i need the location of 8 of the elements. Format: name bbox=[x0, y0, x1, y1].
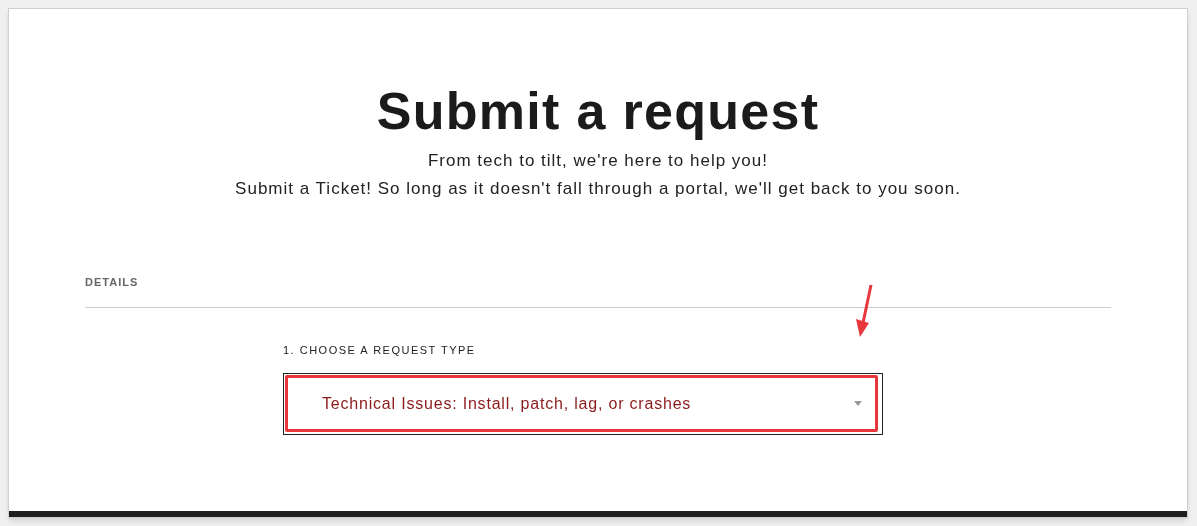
subtitle-text: Submit a Ticket! So long as it doesn't fall through a portal, we'll get back to you soon. bbox=[235, 178, 961, 200]
caret-icon bbox=[854, 401, 862, 406]
section-heading: DETAILS bbox=[85, 276, 139, 288]
dropdown-value: Technical Issues: Install, patch, lag, or crashes bbox=[322, 393, 692, 414]
field-label: 1. CHOOSE A REQUEST TYPE bbox=[283, 343, 477, 358]
subtitle-text: From tech to tilt, we're here to help you! bbox=[427, 150, 768, 172]
page-title: Submit a request bbox=[376, 83, 820, 139]
request-type-dropdown[interactable]: Technical Issues: Install, patch, lag, or crashes bbox=[283, 372, 883, 435]
